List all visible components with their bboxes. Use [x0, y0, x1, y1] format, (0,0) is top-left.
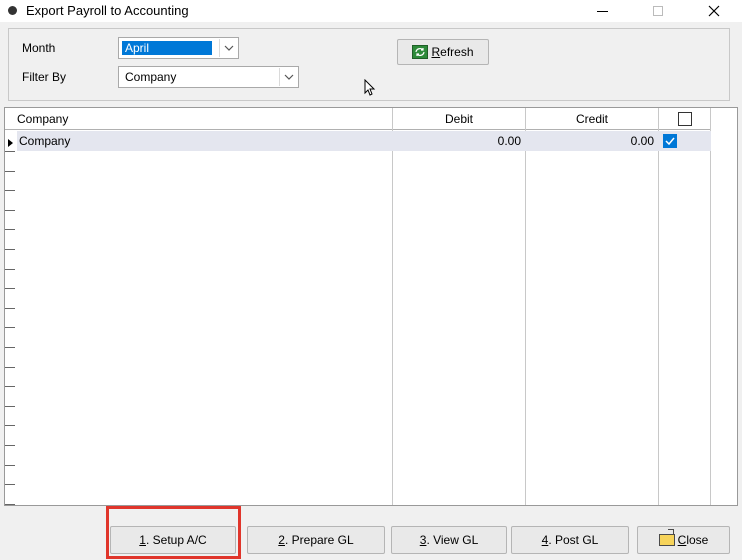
select-all-checkbox[interactable] [678, 111, 692, 126]
prepare-gl-label: 2. Prepare GL [278, 533, 354, 547]
checkmark-icon [665, 137, 675, 145]
refresh-label: Refresh [431, 45, 474, 59]
row-header-tick [5, 249, 15, 250]
row-header-tick [5, 190, 15, 191]
month-dropdown[interactable]: April [118, 37, 239, 59]
highlight-box [106, 506, 241, 559]
refresh-icon [412, 45, 429, 59]
row-header-tick [5, 308, 15, 309]
row-header-tick [5, 425, 15, 426]
column-header-credit[interactable]: Credit [526, 108, 658, 129]
row-header-tick [5, 386, 15, 387]
filter-by-dropdown[interactable]: Company [118, 66, 299, 88]
row-header-tick [5, 269, 15, 270]
chevron-down-icon[interactable] [279, 68, 297, 86]
filter-by-value: Company [125, 70, 177, 84]
maximize-icon [653, 6, 663, 16]
refresh-button[interactable]: Refresh [397, 39, 489, 65]
column-divider [525, 108, 526, 505]
grid-header: Company Debit Credit [5, 108, 711, 130]
month-label: Month [22, 41, 56, 55]
post-gl-button[interactable]: 4. Post GL [511, 526, 629, 554]
column-header-debit[interactable]: Debit [393, 108, 525, 129]
row-header-column [5, 108, 17, 505]
cell-company: Company [19, 134, 71, 148]
row-header-tick [5, 229, 15, 230]
row-header-tick [5, 367, 15, 368]
title-bar: Export Payroll to Accounting [0, 0, 742, 22]
row-header-tick [5, 210, 15, 211]
mouse-cursor-icon [364, 79, 376, 96]
close-window-button[interactable] [692, 0, 736, 22]
maximize-button[interactable] [636, 0, 680, 22]
filter-by-label: Filter By [22, 70, 67, 84]
row-select-checkbox[interactable] [663, 134, 677, 148]
column-divider [710, 108, 711, 505]
close-label: Close [677, 533, 709, 547]
app-icon[interactable] [8, 6, 17, 15]
post-gl-label: 4. Post GL [541, 533, 599, 547]
row-header-tick [5, 465, 15, 466]
row-header-tick [5, 347, 15, 348]
view-gl-button[interactable]: 3. View GL [391, 526, 507, 554]
minimize-button[interactable] [580, 0, 624, 22]
row-header-tick [5, 327, 15, 328]
row-header-tick [5, 445, 15, 446]
window-body: Month Filter By April Company Refresh Co… [0, 22, 742, 560]
row-header-tick [5, 504, 15, 505]
window-title: Export Payroll to Accounting [26, 3, 189, 18]
column-header-company[interactable]: Company [17, 108, 392, 129]
close-icon [708, 5, 720, 17]
column-divider [658, 108, 659, 505]
gl-export-grid[interactable]: Company Debit Credit Company 0.00 0.00 [4, 107, 738, 506]
row-header-tick [5, 171, 15, 172]
table-row[interactable]: Company 0.00 0.00 [17, 131, 711, 151]
current-row-arrow-icon [8, 139, 13, 147]
chevron-down-icon[interactable] [219, 39, 237, 57]
column-divider [392, 108, 393, 505]
prepare-gl-button[interactable]: 2. Prepare GL [247, 526, 385, 554]
cell-debit: 0.00 [497, 134, 521, 148]
folder-exit-icon [658, 529, 675, 546]
month-value: April [122, 41, 212, 55]
close-button[interactable]: Close [637, 526, 730, 554]
column-header-select-all[interactable] [659, 108, 711, 129]
row-header-tick [5, 406, 15, 407]
view-gl-label: 3. View GL [419, 533, 479, 547]
cell-credit: 0.00 [630, 134, 654, 148]
cell-select[interactable] [659, 131, 711, 151]
row-header-tick [5, 288, 15, 289]
row-header-tick [5, 151, 15, 152]
minimize-icon [596, 10, 608, 12]
row-header-tick [5, 484, 15, 485]
